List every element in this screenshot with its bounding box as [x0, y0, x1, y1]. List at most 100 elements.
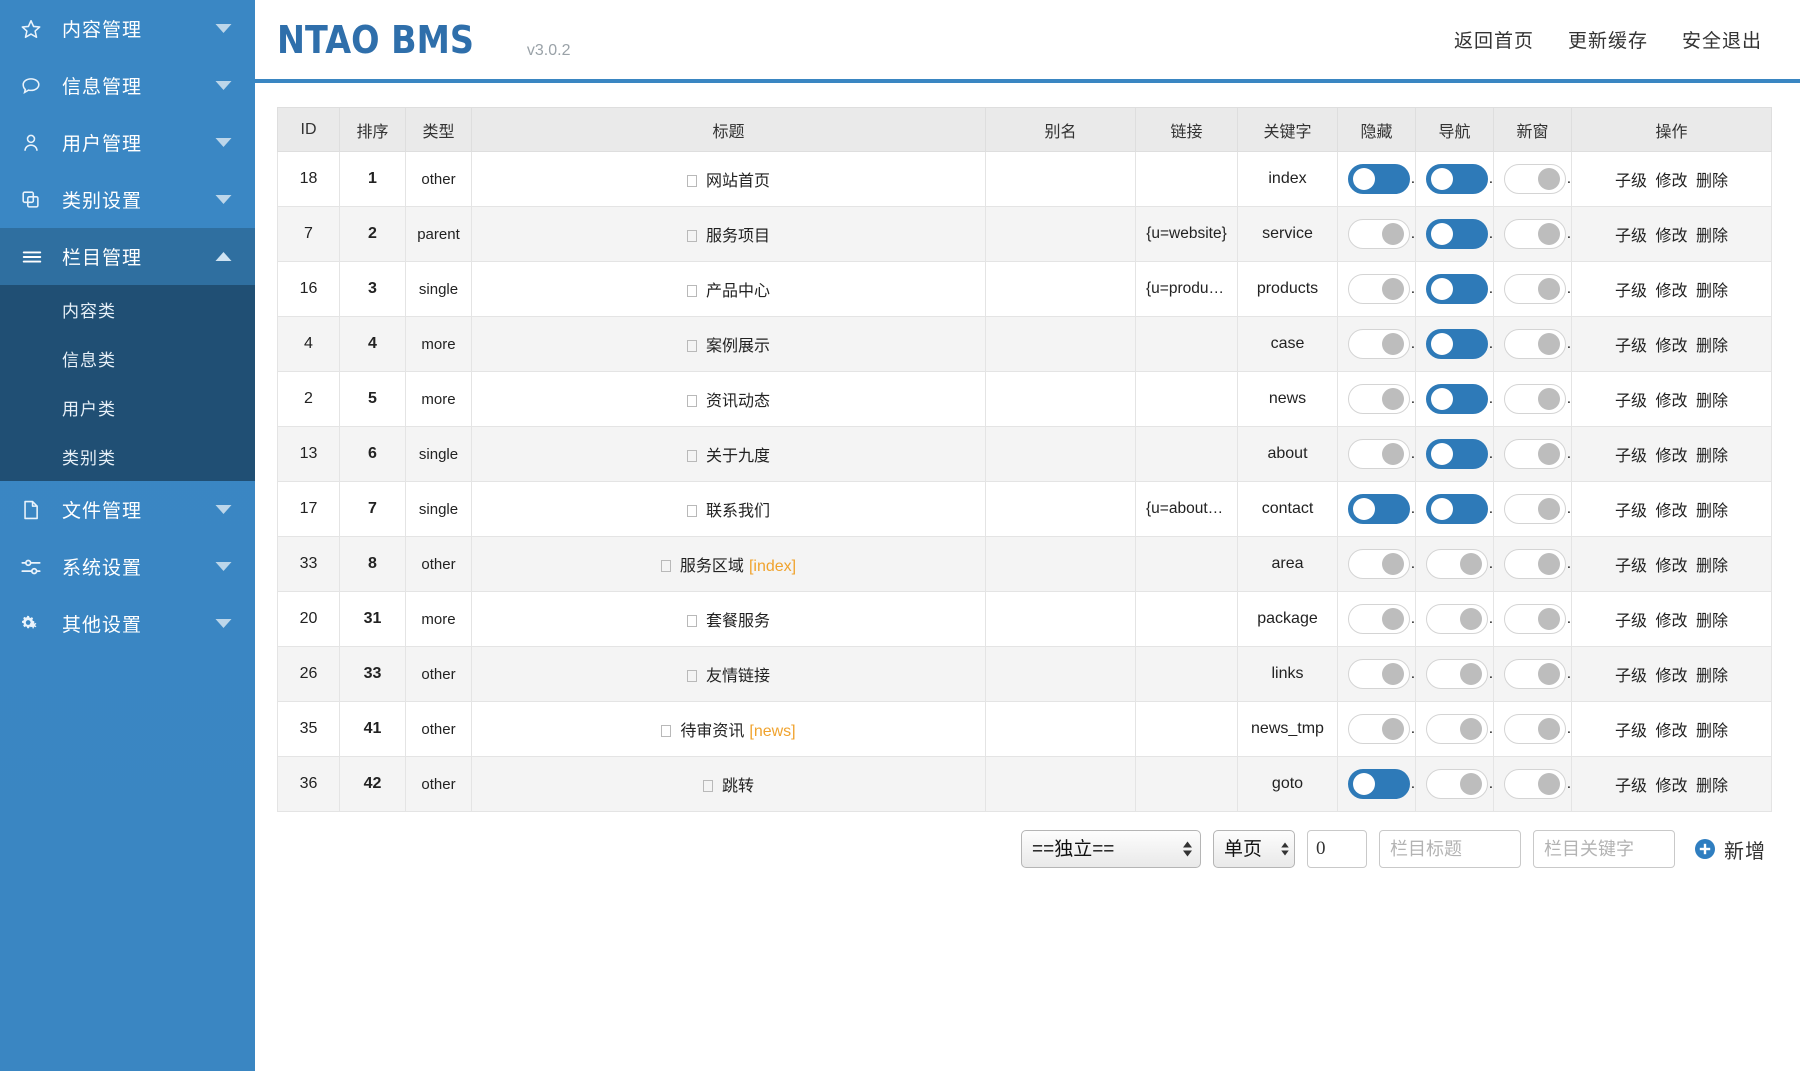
toggle-nav[interactable] — [1426, 164, 1488, 194]
action-edit[interactable]: 修改 — [1655, 723, 1687, 740]
top-link-logout[interactable]: 安全退出 — [1682, 26, 1762, 53]
order-input[interactable] — [1307, 830, 1367, 868]
sidebar-subitem-user-type[interactable]: 用户类 — [0, 383, 255, 432]
action-delete[interactable]: 删除 — [1696, 228, 1728, 245]
column-title-input[interactable] — [1379, 830, 1521, 868]
action-child[interactable]: 子级 — [1615, 448, 1647, 465]
action-child[interactable]: 子级 — [1615, 283, 1647, 300]
toggle-hidden[interactable] — [1348, 659, 1410, 689]
toggle-nav[interactable] — [1426, 604, 1488, 634]
toggle-nav[interactable] — [1426, 769, 1488, 799]
action-delete[interactable]: 删除 — [1696, 558, 1728, 575]
action-edit[interactable]: 修改 — [1655, 338, 1687, 355]
isolation-select[interactable]: ==独立== — [1021, 830, 1201, 868]
sidebar-subitem-info-type[interactable]: 信息类 — [0, 334, 255, 383]
action-child[interactable]: 子级 — [1615, 778, 1647, 795]
action-edit[interactable]: 修改 — [1655, 173, 1687, 190]
toggle-newwin[interactable] — [1504, 494, 1566, 524]
action-child[interactable]: 子级 — [1615, 228, 1647, 245]
action-child[interactable]: 子级 — [1615, 338, 1647, 355]
toggle-newwin[interactable] — [1504, 164, 1566, 194]
toggle-hidden[interactable] — [1348, 219, 1410, 249]
action-edit[interactable]: 修改 — [1655, 448, 1687, 465]
toggle-nav[interactable] — [1426, 274, 1488, 304]
sidebar-subitem-category-type[interactable]: 类别类 — [0, 432, 255, 481]
toggle-nav[interactable] — [1426, 384, 1488, 414]
toggle-newwin[interactable] — [1504, 219, 1566, 249]
action-edit[interactable]: 修改 — [1655, 778, 1687, 795]
toggle-hidden[interactable] — [1348, 439, 1410, 469]
action-child[interactable]: 子级 — [1615, 723, 1647, 740]
sidebar-item-content[interactable]: 内容管理 — [0, 0, 255, 57]
action-delete[interactable]: 删除 — [1696, 448, 1728, 465]
toggle-nav[interactable] — [1426, 439, 1488, 469]
toggle-nav[interactable] — [1426, 659, 1488, 689]
sidebar-item-file[interactable]: 文件管理 — [0, 481, 255, 538]
action-delete[interactable]: 删除 — [1696, 338, 1728, 355]
action-delete[interactable]: 删除 — [1696, 283, 1728, 300]
toggle-newwin[interactable] — [1504, 329, 1566, 359]
action-delete[interactable]: 删除 — [1696, 613, 1728, 630]
top-link-refresh-cache[interactable]: 更新缓存 — [1568, 26, 1648, 53]
sidebar-subitem-content-type[interactable]: 内容类 — [0, 285, 255, 334]
toggle-hidden[interactable] — [1348, 384, 1410, 414]
col-header-id: ID — [277, 107, 340, 152]
toggle-hidden[interactable] — [1348, 549, 1410, 579]
toggle-newwin[interactable] — [1504, 769, 1566, 799]
action-child[interactable]: 子级 — [1615, 558, 1647, 575]
toggle-nav[interactable] — [1426, 714, 1488, 744]
action-child[interactable]: 子级 — [1615, 393, 1647, 410]
action-edit[interactable]: 修改 — [1655, 668, 1687, 685]
add-button[interactable]: 新增 — [1687, 835, 1766, 864]
action-child[interactable]: 子级 — [1615, 503, 1647, 520]
toggle-newwin[interactable] — [1504, 384, 1566, 414]
action-child[interactable]: 子级 — [1615, 668, 1647, 685]
toggle-hidden[interactable] — [1348, 769, 1410, 799]
toggle-newwin[interactable] — [1504, 659, 1566, 689]
sidebar-item-system[interactable]: 系统设置 — [0, 538, 255, 595]
action-child[interactable]: 子级 — [1615, 613, 1647, 630]
cell-title-text: 友情链接 — [705, 668, 770, 685]
toggle-newwin[interactable] — [1504, 714, 1566, 744]
action-edit[interactable]: 修改 — [1655, 393, 1687, 410]
toggle-hidden[interactable] — [1348, 274, 1410, 304]
page-type-select[interactable]: 单页 — [1213, 830, 1295, 868]
action-edit[interactable]: 修改 — [1655, 613, 1687, 630]
toggle-newwin[interactable] — [1504, 549, 1566, 579]
toggle-hidden[interactable] — [1348, 494, 1410, 524]
column-keyword-input[interactable] — [1533, 830, 1675, 868]
action-edit[interactable]: 修改 — [1655, 503, 1687, 520]
action-edit[interactable]: 修改 — [1655, 228, 1687, 245]
sliders-icon — [20, 556, 50, 578]
sidebar-item-user[interactable]: 用户管理 — [0, 114, 255, 171]
toggle-nav[interactable] — [1426, 219, 1488, 249]
sidebar-item-columns[interactable]: 栏目管理 — [0, 228, 255, 285]
toggle-hidden[interactable] — [1348, 604, 1410, 634]
toggle-hidden[interactable] — [1348, 329, 1410, 359]
toggle-newwin[interactable] — [1504, 604, 1566, 634]
action-delete[interactable]: 删除 — [1696, 778, 1728, 795]
action-delete[interactable]: 删除 — [1696, 173, 1728, 190]
top-link-home[interactable]: 返回首页 — [1454, 26, 1534, 53]
action-child[interactable]: 子级 — [1615, 173, 1647, 190]
sidebar-item-category[interactable]: 类别设置 — [0, 171, 255, 228]
sidebar-item-other[interactable]: 其他设置 — [0, 595, 255, 652]
cell-keyword: products — [1237, 261, 1338, 317]
cell-link — [1135, 646, 1238, 702]
col-header-hidden: 隐藏 — [1337, 107, 1416, 152]
toggle-nav[interactable] — [1426, 494, 1488, 524]
toggle-newwin[interactable] — [1504, 439, 1566, 469]
toggle-newwin[interactable] — [1504, 274, 1566, 304]
action-delete[interactable]: 删除 — [1696, 393, 1728, 410]
placeholder-box-icon — [686, 395, 697, 407]
toggle-hidden[interactable] — [1348, 164, 1410, 194]
toggle-nav[interactable] — [1426, 549, 1488, 579]
action-edit[interactable]: 修改 — [1655, 558, 1687, 575]
action-delete[interactable]: 删除 — [1696, 668, 1728, 685]
toggle-hidden[interactable] — [1348, 714, 1410, 744]
action-delete[interactable]: 删除 — [1696, 503, 1728, 520]
sidebar-item-info[interactable]: 信息管理 — [0, 57, 255, 114]
toggle-nav[interactable] — [1426, 329, 1488, 359]
action-delete[interactable]: 删除 — [1696, 723, 1728, 740]
action-edit[interactable]: 修改 — [1655, 283, 1687, 300]
